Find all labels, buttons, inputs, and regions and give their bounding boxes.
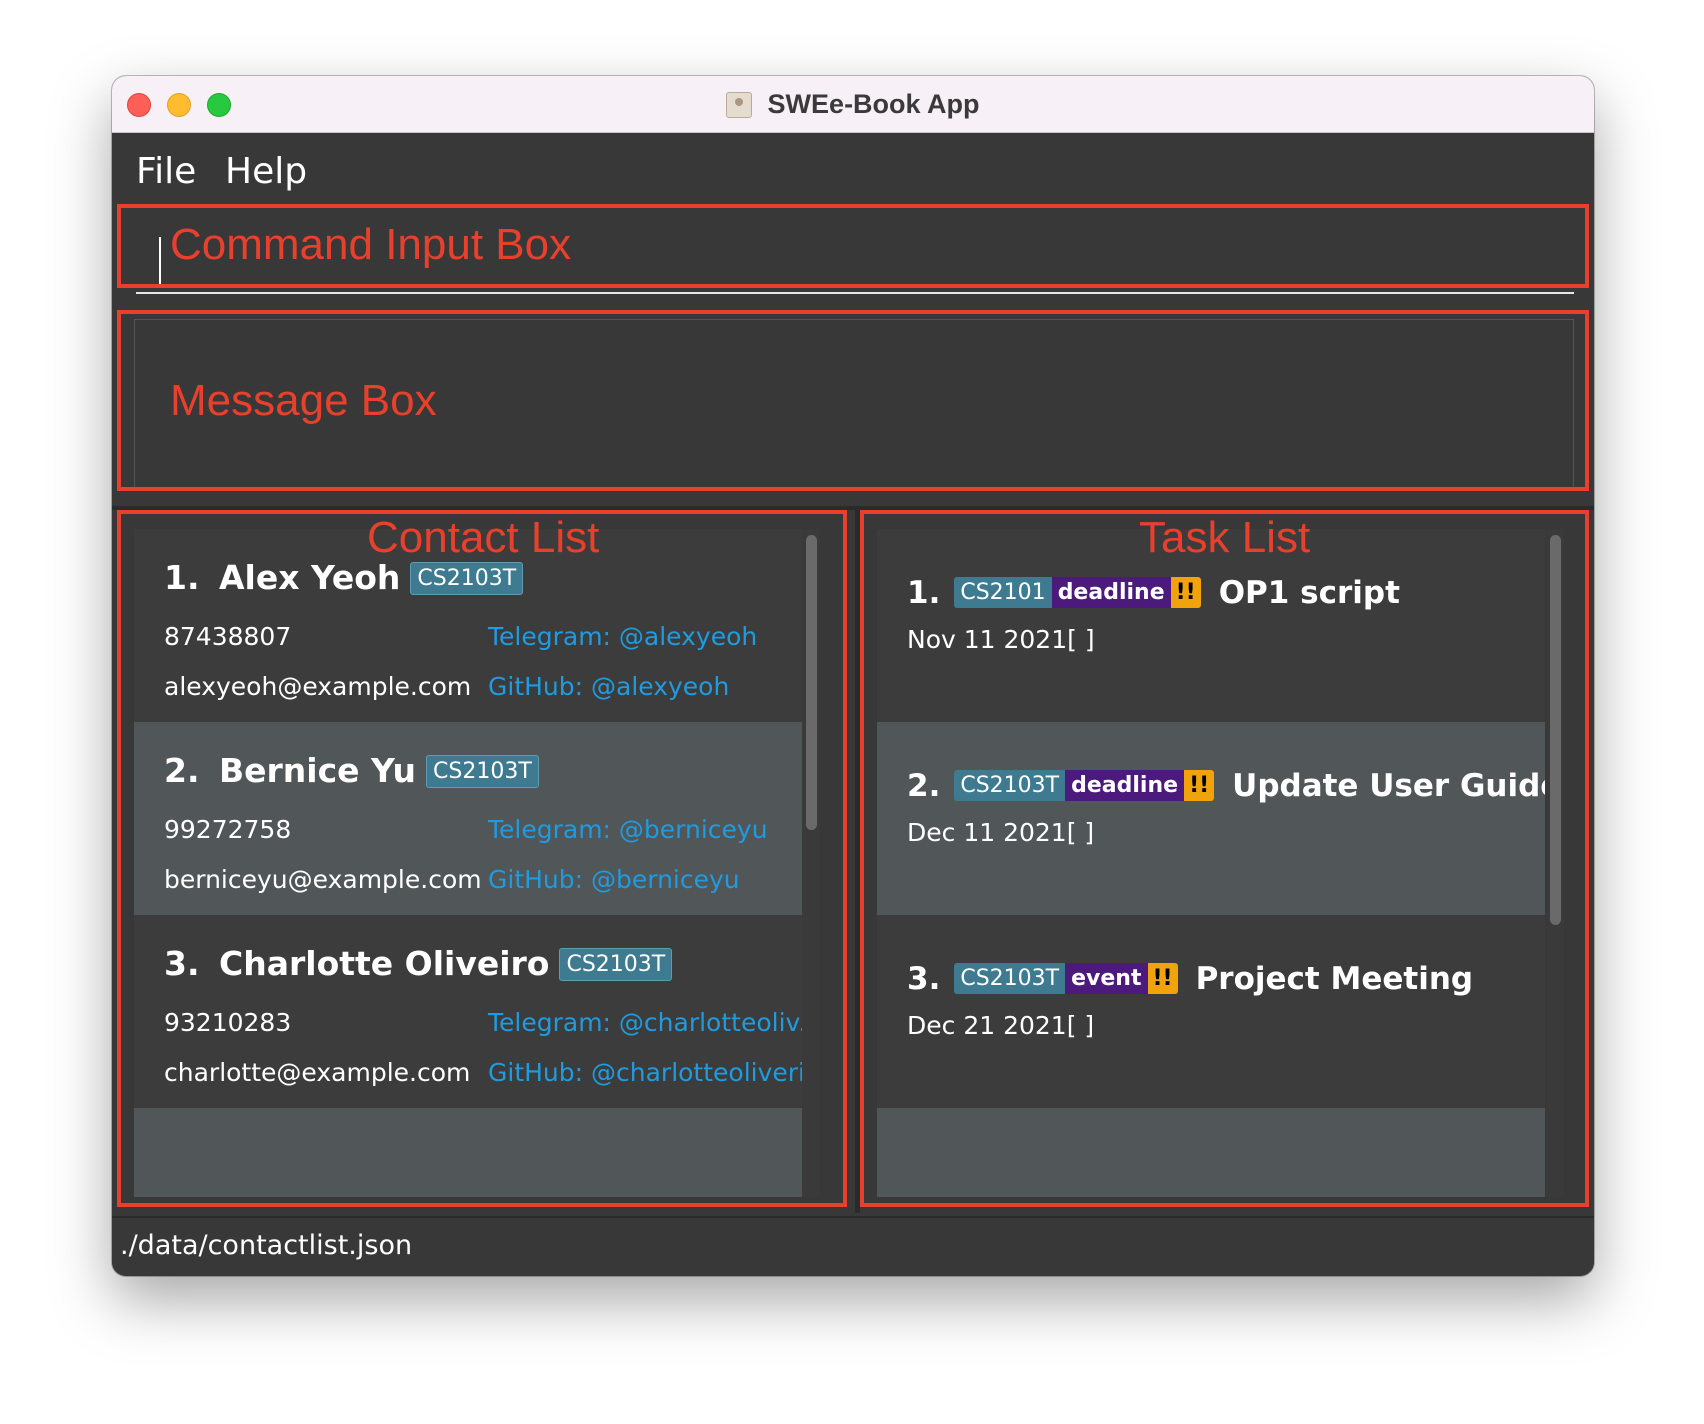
task-module-tag: CS2103T bbox=[954, 963, 1066, 994]
contact-phone: 99272758 bbox=[164, 815, 292, 844]
contact-tag: CS2103T bbox=[426, 755, 539, 788]
contact-card[interactable]: 3. Charlotte Oliveiro CS2103T 93210283 ch… bbox=[134, 915, 802, 1125]
app-window: SWEe-Book App File Help 1. Alex Yeoh CS21… bbox=[112, 76, 1594, 1276]
contact-tag: CS2103T bbox=[410, 562, 524, 595]
contact-phone: 93210283 bbox=[164, 1008, 292, 1037]
task-index: 3. bbox=[907, 961, 941, 997]
task-card[interactable]: 3. CS2103T event!! Project Meeting Dec 21 2… bbox=[877, 915, 1545, 1125]
task-name: OP1 script bbox=[1218, 575, 1400, 611]
window-title: SWEe-Book App bbox=[767, 89, 980, 119]
data-file-path: ./data/contactlist.json bbox=[120, 1230, 413, 1261]
contact-card-partial[interactable] bbox=[134, 1108, 802, 1197]
task-list[interactable]: 1. CS2101 deadline!! OP1 script Nov 11 2021… bbox=[877, 529, 1545, 1197]
contact-telegram-link[interactable]: Telegram: @charlotteoliv... bbox=[488, 1008, 802, 1037]
message-box-annotation-label: Message Box bbox=[170, 376, 437, 425]
contact-telegram-link[interactable]: Telegram: @berniceyu bbox=[488, 815, 768, 844]
panel-divider-vertical[interactable] bbox=[855, 506, 860, 1213]
contact-name-row: 3. Charlotte Oliveiro CS2103T bbox=[164, 944, 673, 983]
contact-index: 1. bbox=[164, 558, 200, 597]
contact-list[interactable]: 1. Alex Yeoh CS2103T 87438807 alexyeoh@ex… bbox=[134, 529, 802, 1197]
contact-email: charlotte@example.com bbox=[164, 1058, 471, 1087]
task-priority-tag: !! bbox=[1170, 577, 1201, 608]
contact-tag: CS2103T bbox=[559, 948, 673, 981]
task-date: Dec 11 2021[ ] bbox=[907, 818, 1095, 847]
task-name: Project Meeting bbox=[1195, 961, 1474, 997]
contact-name-row: 2. Bernice Yu CS2103T bbox=[164, 751, 539, 790]
task-index: 2. bbox=[907, 768, 941, 804]
task-list-scroll-thumb[interactable] bbox=[1550, 535, 1561, 925]
contact-email: alexyeoh@example.com bbox=[164, 672, 472, 701]
text-caret bbox=[159, 237, 161, 287]
contact-list-scrollbar[interactable] bbox=[802, 529, 820, 1197]
task-card-partial[interactable] bbox=[877, 1108, 1545, 1197]
contact-index: 2. bbox=[164, 751, 200, 790]
contact-email: berniceyu@example.com bbox=[164, 865, 482, 894]
contact-name-row: 1. Alex Yeoh CS2103T bbox=[164, 558, 524, 597]
menu-help[interactable]: Help bbox=[225, 151, 307, 192]
contact-github-link[interactable]: GitHub: @alexyeoh bbox=[488, 672, 729, 701]
panel-divider-horizontal bbox=[112, 506, 1594, 510]
contact-name: Charlotte Oliveiro bbox=[219, 944, 550, 983]
contact-card[interactable]: 2. Bernice Yu CS2103T 99272758 berniceyu@… bbox=[134, 722, 802, 932]
task-title-row: 1. CS2101 deadline!! OP1 script bbox=[907, 575, 1400, 611]
task-title-row: 3. CS2103T event!! Project Meeting bbox=[907, 961, 1473, 997]
task-title-row: 2. CS2103T deadline!! Update User Guide bbox=[907, 768, 1545, 804]
contact-github-link[interactable]: GitHub: @charlotteoliverio bbox=[488, 1058, 802, 1087]
task-type-tag: deadline bbox=[1051, 577, 1171, 608]
contact-github-link[interactable]: GitHub: @berniceyu bbox=[488, 865, 740, 894]
contact-index: 3. bbox=[164, 944, 200, 983]
task-name: Update User Guide bbox=[1232, 768, 1545, 804]
task-type-tag: event bbox=[1065, 963, 1148, 994]
task-type-tag: deadline bbox=[1065, 770, 1185, 801]
task-list-scrollbar[interactable] bbox=[1546, 529, 1564, 1197]
task-priority-tag: !! bbox=[1184, 770, 1215, 801]
contact-list-scroll-thumb[interactable] bbox=[806, 535, 817, 830]
status-bar: ./data/contactlist.json bbox=[112, 1216, 1594, 1276]
menu-file[interactable]: File bbox=[136, 151, 196, 192]
command-input-annotation-label: Command Input Box bbox=[170, 220, 572, 269]
task-module-tag: CS2103T bbox=[954, 770, 1066, 801]
contact-phone: 87438807 bbox=[164, 622, 292, 651]
task-module-tag: CS2101 bbox=[954, 577, 1052, 608]
task-index: 1. bbox=[907, 575, 941, 611]
contact-telegram-link[interactable]: Telegram: @alexyeoh bbox=[488, 622, 757, 651]
command-input-underline bbox=[136, 292, 1574, 294]
task-priority-tag: !! bbox=[1147, 963, 1178, 994]
task-list-annotation-label: Task List bbox=[1139, 513, 1311, 562]
address-book-icon bbox=[726, 91, 753, 118]
contact-list-annotation-label: Contact List bbox=[367, 513, 600, 562]
task-date: Dec 21 2021[ ] bbox=[907, 1011, 1095, 1040]
task-card[interactable]: 2. CS2103T deadline!! Update User Guide Dec… bbox=[877, 722, 1545, 932]
contact-name: Bernice Yu bbox=[219, 751, 417, 790]
task-date: Nov 11 2021[ ] bbox=[907, 625, 1095, 654]
title-bar[interactable]: SWEe-Book App bbox=[112, 76, 1594, 133]
contact-name: Alex Yeoh bbox=[219, 558, 401, 597]
menu-bar: File Help bbox=[112, 133, 1594, 208]
